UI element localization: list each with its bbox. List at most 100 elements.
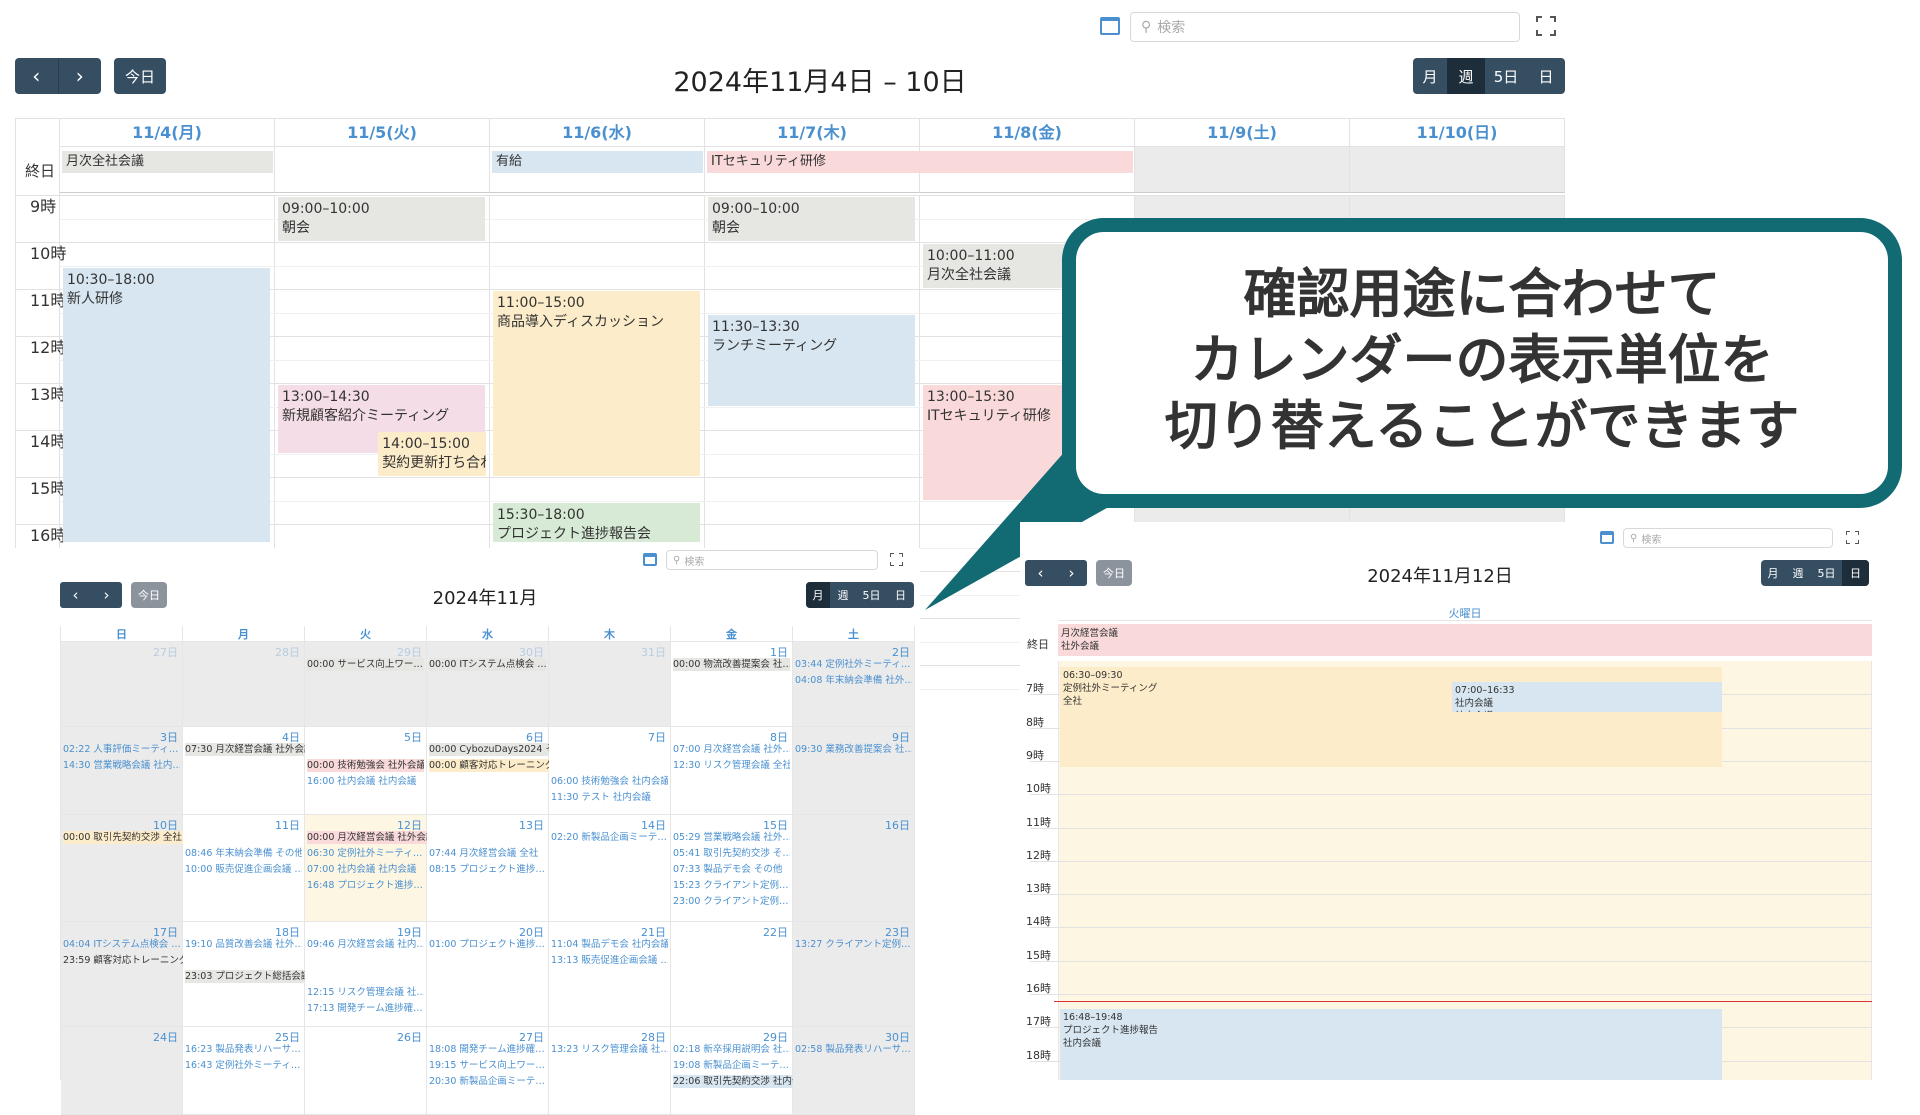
today-button[interactable]: 今日 <box>1096 560 1132 586</box>
month-event[interactable]: 19:10 品質改善会議 社外… <box>185 938 302 951</box>
view-month[interactable]: 月 <box>806 582 830 608</box>
day-number[interactable]: 22日 <box>763 924 788 940</box>
month-event[interactable]: 07:00 社内会議 社内会議 <box>307 863 424 876</box>
month-event[interactable]: 07:33 製品デモ会 その他 <box>673 863 790 876</box>
day-number[interactable]: 31日 <box>641 644 666 660</box>
month-day-cell[interactable]: 7日 06:00 技術勉強会 社内会議 11:30 テスト 社内会議 <box>549 727 671 815</box>
day-number[interactable]: 5日 <box>404 729 422 745</box>
day-number[interactable]: 24日 <box>153 1029 178 1045</box>
view-month[interactable]: 月 <box>1761 560 1785 586</box>
month-day-cell[interactable]: 23日 13:27 クライアント定例… <box>793 922 915 1027</box>
month-day-cell[interactable]: 28日 13:23 リスク管理会議 社… <box>549 1027 671 1115</box>
month-day-cell[interactable]: 20日 01:00 プロジェクト進捗… <box>427 922 549 1027</box>
month-event[interactable]: 09:46 月次経営会議 社内… <box>307 938 424 951</box>
month-day-cell[interactable]: 30日 00:00 ITシステム点検会 … <box>427 642 549 727</box>
view-week[interactable]: 週 <box>830 582 856 608</box>
month-event[interactable]: 01:00 プロジェクト進捗… <box>429 938 546 951</box>
day-number[interactable]: 28日 <box>275 644 300 660</box>
month-day-cell[interactable]: 15日 05:29 営業戦略会議 社外… 05:41 取引先契約交渉 そ… 07:33… <box>671 815 793 922</box>
month-day-cell[interactable]: 21日 11:04 製品デモ会 社内会議 13:13 販売促進企画会議 … <box>549 922 671 1027</box>
prev-button[interactable]: ‹ <box>1025 560 1056 586</box>
month-event[interactable]: 09:30 業務改善提案会 社… <box>795 743 912 756</box>
month-event[interactable]: 06:30 定例社外ミーティ… <box>307 847 424 860</box>
month-event[interactable]: 08:46 年末納会準備 その他 <box>185 847 302 860</box>
month-event[interactable]: 11:30 テスト 社内会議 <box>551 791 668 804</box>
month-day-cell[interactable]: 16日 <box>793 815 915 922</box>
month-event[interactable]: 12:15 リスク管理会議 社… <box>307 986 424 999</box>
month-event[interactable]: 10:00 販売促進企画会議 … <box>185 863 302 876</box>
month-day-cell[interactable]: 6日 00:00 CybozuDays2024 その他 00:00 顧客対応トレーニ… <box>427 727 669 815</box>
month-event[interactable]: 02:18 新卒採用説明会 社… <box>673 1043 790 1056</box>
month-event[interactable]: 16:23 製品発表リハーサ… <box>185 1043 302 1056</box>
day-number[interactable]: 26日 <box>397 1029 422 1045</box>
month-event[interactable]: 08:15 プロジェクト進捗… <box>429 863 546 876</box>
month-event[interactable]: 00:00 ITシステム点検会 … <box>429 658 546 671</box>
month-event[interactable]: 13:27 クライアント定例… <box>795 938 912 951</box>
search-input[interactable]: ⚲ 検索 <box>1623 528 1833 548</box>
day-number[interactable]: 13日 <box>519 817 544 833</box>
today-button[interactable]: 今日 <box>131 582 167 608</box>
month-day-cell[interactable]: 24日 <box>61 1027 183 1115</box>
month-event[interactable]: 05:41 取引先契約交渉 そ… <box>673 847 790 860</box>
month-day-cell[interactable]: 27日 <box>61 642 183 727</box>
day-number[interactable]: 16日 <box>885 817 910 833</box>
month-day-cell[interactable]: 4日 07:30 月次経営会議 社外会議 <box>183 727 425 815</box>
month-event[interactable]: 19:15 サービス向上ワー… <box>429 1059 546 1072</box>
next-button[interactable]: › <box>91 582 122 608</box>
month-day-cell[interactable]: 9日 09:30 業務改善提案会 社… <box>793 727 915 815</box>
month-day-cell[interactable]: 29日 02:18 新卒採用説明会 社… 19:08 新製品企画ミーテ… 22:06 … <box>671 1027 913 1115</box>
calendar-icon[interactable] <box>643 553 657 566</box>
month-event[interactable]: 11:04 製品デモ会 社内会議 <box>551 938 668 951</box>
month-event[interactable]: 13:13 販売促進企画会議 … <box>551 954 668 967</box>
day-number[interactable]: 27日 <box>153 644 178 660</box>
month-day-cell[interactable]: 2日 03:44 定例社外ミーティ… 04:08 年末納会準備 社外… <box>793 642 915 727</box>
view-day[interactable]: 日 <box>887 582 914 608</box>
next-button[interactable]: › <box>1056 560 1087 586</box>
month-day-cell[interactable]: 14日 02:20 新製品企画ミーテ… <box>549 815 671 922</box>
fullscreen-icon[interactable] <box>1846 531 1859 544</box>
month-event[interactable]: 16:00 社内会議 社内会議 <box>307 775 424 788</box>
month-event[interactable]: 02:20 新製品企画ミーテ… <box>551 831 668 844</box>
prev-button[interactable]: ‹ <box>60 582 91 608</box>
month-day-cell[interactable]: 26日 <box>305 1027 427 1115</box>
month-event[interactable]: 02:58 製品発表リハーサ… <box>795 1043 912 1056</box>
view-week[interactable]: 週 <box>1785 560 1811 586</box>
month-event[interactable]: 13:23 リスク管理会議 社… <box>551 1043 668 1056</box>
day-number[interactable]: 7日 <box>648 729 666 745</box>
month-day-cell[interactable]: 27日 18:08 開発チーム進捗確… 19:15 サービス向上ワー… 20:30 新… <box>427 1027 549 1115</box>
search-input[interactable]: ⚲ 検索 <box>666 550 878 570</box>
month-day-cell[interactable]: 31日 <box>549 642 671 727</box>
month-day-cell[interactable]: 8日 07:00 月次経営会議 社外… 12:30 リスク管理会議 全社 <box>671 727 793 815</box>
month-day-cell[interactable]: 25日 16:23 製品発表リハーサ… 16:43 定例社外ミーティ… <box>183 1027 305 1115</box>
month-event[interactable]: 18:08 開発チーム進捗確… <box>429 1043 546 1056</box>
month-event[interactable]: 07:44 月次経営会議 全社 <box>429 847 546 860</box>
month-event[interactable]: 14:30 営業戦略会議 社内… <box>63 759 180 772</box>
month-event[interactable]: 16:43 定例社外ミーティ… <box>185 1059 302 1072</box>
month-day-cell[interactable]: 30日 02:58 製品発表リハーサ… <box>793 1027 915 1115</box>
month-event[interactable]: 19:08 新製品企画ミーテ… <box>673 1059 790 1072</box>
month-event[interactable]: 04:04 ITシステム点検会 … <box>63 938 180 951</box>
month-event[interactable]: 04:08 年末納会準備 社外… <box>795 674 912 687</box>
calendar-icon[interactable] <box>1600 531 1614 544</box>
month-event[interactable]: 20:30 新製品企画ミーテ… <box>429 1075 546 1088</box>
month-day-cell[interactable]: 28日 <box>183 642 305 727</box>
month-day-cell[interactable]: 5日 00:00 技術勉強会 社外会議 16:00 社内会議 社内会議 <box>305 727 427 815</box>
month-day-cell[interactable]: 29日 00:00 サービス向上ワー… <box>305 642 427 727</box>
month-day-cell[interactable]: 17日 04:04 ITシステム点検会 … 23:59 顧客対応トレーニング その他 <box>61 922 220 1027</box>
month-event[interactable]: 15:23 クライアント定例… <box>673 879 790 892</box>
month-event[interactable]: 17:13 開発チーム進捗確… <box>307 1002 424 1015</box>
month-event[interactable]: 23:00 クライアント定例… <box>673 895 790 908</box>
month-event[interactable]: 05:29 営業戦略会議 社外… <box>673 831 790 844</box>
month-event[interactable]: 00:00 技術勉強会 社外会議 <box>307 759 424 772</box>
month-event[interactable]: 00:00 サービス向上ワー… <box>307 658 424 671</box>
month-event[interactable]: 12:30 リスク管理会議 全社 <box>673 759 790 772</box>
month-event[interactable]: 16:48 プロジェクト進捗… <box>307 879 424 892</box>
day-event[interactable]: 16:48–19:48 プロジェクト進捗報告 社内会議 <box>1060 1009 1722 1080</box>
month-event[interactable]: 00:00 物流改善提案会 社… <box>673 658 790 671</box>
month-day-cell[interactable]: 3日 02:22 人事評価ミーティ… 14:30 営業戦略会議 社内… <box>61 727 183 815</box>
view-5day[interactable]: 5日 <box>856 582 887 608</box>
month-event[interactable]: 02:22 人事評価ミーティ… <box>63 743 180 756</box>
day-event[interactable]: 07:00–16:33 社内会議社内会議 <box>1452 682 1722 712</box>
view-day[interactable]: 日 <box>1842 560 1869 586</box>
month-event[interactable]: 03:44 定例社外ミーティ… <box>795 658 912 671</box>
